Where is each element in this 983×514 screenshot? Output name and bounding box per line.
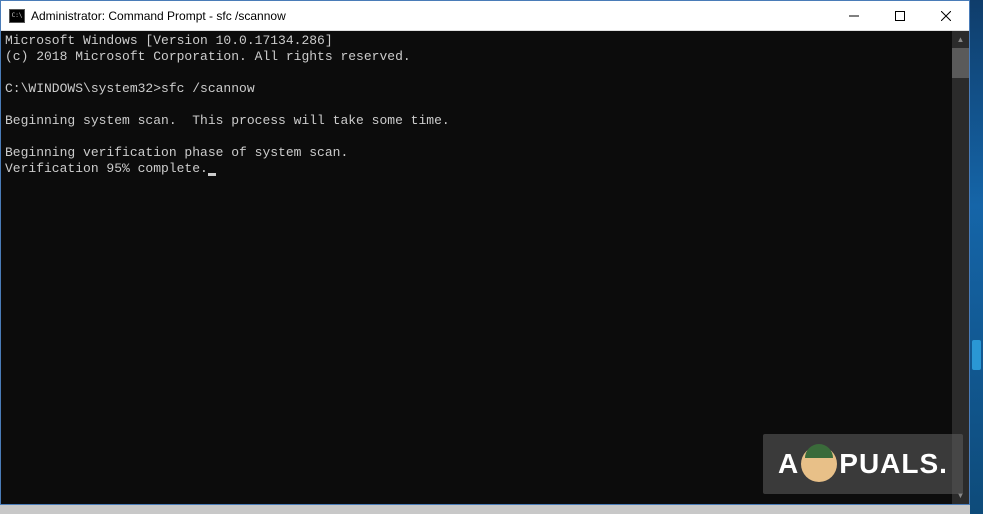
scroll-up-arrow-icon[interactable]: ▲ bbox=[952, 31, 969, 48]
maximize-icon bbox=[895, 11, 905, 21]
window-controls bbox=[831, 1, 969, 30]
output-win-version: Microsoft Windows [Version 10.0.17134.28… bbox=[5, 33, 333, 48]
minimize-icon bbox=[849, 11, 859, 21]
terminal-cursor bbox=[208, 173, 216, 176]
output-scan-begin: Beginning system scan. This process will… bbox=[5, 113, 450, 128]
command-prompt-window: Administrator: Command Prompt - sfc /sca… bbox=[0, 0, 970, 505]
cmd-icon bbox=[9, 9, 25, 23]
close-icon bbox=[941, 11, 951, 21]
close-button[interactable] bbox=[923, 1, 969, 30]
maximize-button[interactable] bbox=[877, 1, 923, 30]
watermark-badge: A PUALS. bbox=[763, 434, 963, 494]
output-verify-begin: Beginning verification phase of system s… bbox=[5, 145, 348, 160]
title-bar[interactable]: Administrator: Command Prompt - sfc /sca… bbox=[1, 1, 969, 31]
watermark-text-suffix: PUALS. bbox=[839, 448, 948, 480]
desktop-background-edge bbox=[970, 0, 983, 514]
minimize-button[interactable] bbox=[831, 1, 877, 30]
title-left-group: Administrator: Command Prompt - sfc /sca… bbox=[9, 9, 286, 23]
output-verify-progress: Verification 95% complete. bbox=[5, 161, 208, 176]
watermark-face-icon bbox=[801, 446, 837, 482]
output-prompt-command: C:\WINDOWS\system32>sfc /scannow bbox=[5, 81, 255, 96]
watermark-text-prefix: A bbox=[778, 448, 799, 480]
output-copyright: (c) 2018 Microsoft Corporation. All righ… bbox=[5, 49, 411, 64]
scrollbar-thumb[interactable] bbox=[952, 48, 969, 78]
window-title: Administrator: Command Prompt - sfc /sca… bbox=[31, 9, 286, 23]
